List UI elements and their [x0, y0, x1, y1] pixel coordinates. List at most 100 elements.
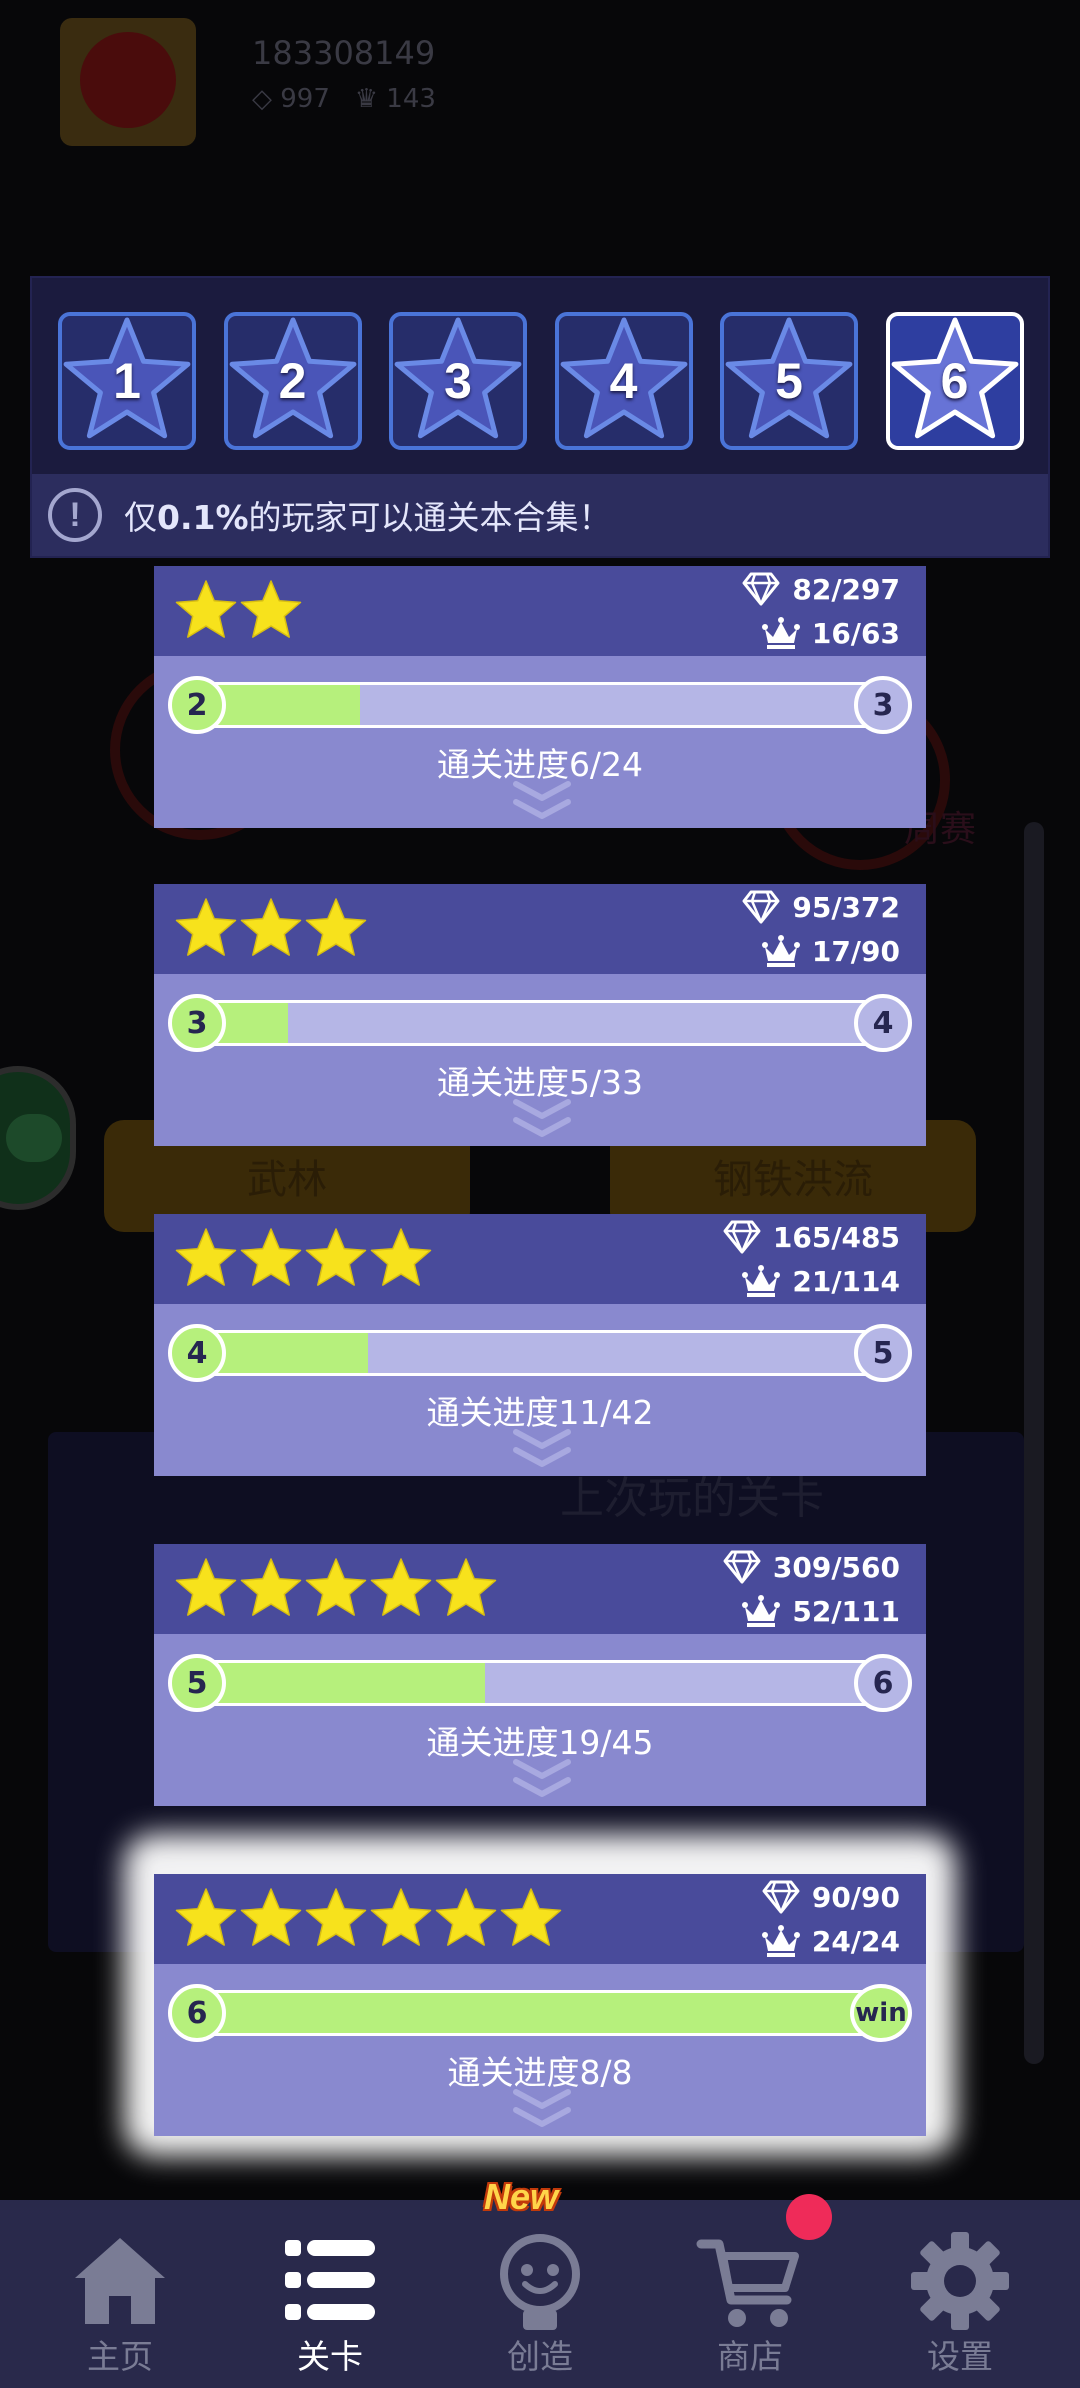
progress-bar — [174, 1990, 910, 2036]
diamond-icon — [723, 1550, 761, 1584]
crown-stat: 24/24 — [760, 1922, 900, 1960]
star-icon — [305, 1228, 367, 1286]
progress-text: 通关进度11/42 — [426, 1393, 654, 1432]
level-card[interactable]: 309/560 52/111 5 6 通关进度19/45 — [154, 1544, 926, 1806]
chevron-down-icon[interactable] — [510, 1428, 574, 1472]
diamond-count: 90/90 — [811, 1880, 900, 1914]
star-icon — [240, 1228, 302, 1286]
current-tier-node: 4 — [168, 1324, 226, 1382]
progress-text: 通关进度8/8 — [447, 2053, 633, 2092]
star-rating — [174, 578, 304, 644]
next-tier-node: 5 — [854, 1324, 912, 1382]
diamond-icon — [742, 890, 780, 924]
crown-stat: 16/63 — [760, 614, 900, 652]
crown-icon — [742, 1595, 781, 1627]
crown-count: 21/114 — [792, 1264, 900, 1298]
list-icon — [285, 2240, 375, 2320]
progress-text: 通关进度5/33 — [436, 1063, 644, 1102]
star-rating — [174, 896, 369, 962]
next-tier-node: win — [850, 1984, 912, 2042]
level-card-header: 309/560 52/111 — [154, 1544, 926, 1634]
star-icon — [500, 1888, 562, 1946]
nav-label: 商店 — [717, 2337, 783, 2376]
chevron-down-icon[interactable] — [510, 780, 574, 824]
star-icon — [370, 1558, 432, 1616]
nav-item-lightbulb[interactable]: 创造 — [435, 2200, 645, 2388]
progress-text: 通关进度6/24 — [436, 745, 644, 784]
home-icon — [75, 2238, 165, 2324]
current-tier-node: 5 — [168, 1654, 226, 1712]
level-card[interactable]: 90/90 24/24 6 win 通关进度8/8 — [154, 1874, 926, 2136]
star-icon — [240, 580, 302, 638]
level-card-header: 82/297 16/63 — [154, 566, 926, 656]
star-icon — [240, 898, 302, 956]
star-icon — [240, 1558, 302, 1616]
progress-bar — [174, 682, 910, 728]
diamond-stat: 90/90 — [760, 1878, 900, 1916]
star-icon — [175, 898, 237, 956]
progress-bar — [174, 1660, 910, 1706]
diamond-icon — [742, 572, 780, 606]
diamond-stat: 165/485 — [721, 1218, 900, 1256]
progress-text: 通关进度19/45 — [426, 1723, 654, 1762]
star-icon — [305, 898, 367, 956]
diamond-stat: 309/560 — [721, 1548, 900, 1586]
scrollbar[interactable] — [1024, 822, 1044, 2064]
nav-item-list[interactable]: 关卡 — [225, 2200, 435, 2388]
level-card[interactable]: 82/297 16/63 2 3 通关进度6/24 — [154, 566, 926, 828]
diamond-count: 165/485 — [772, 1220, 900, 1254]
crown-icon — [761, 617, 800, 649]
star-icon — [435, 1558, 497, 1616]
bottom-nav: 主页 关卡 创造 商店 设置 — [0, 2200, 1080, 2388]
level-card-header: 95/372 17/90 — [154, 884, 926, 974]
progress-fill — [177, 1993, 907, 2033]
chevron-down-icon[interactable] — [510, 1098, 574, 1142]
crown-count: 24/24 — [811, 1924, 900, 1958]
diamond-stat: 95/372 — [740, 888, 900, 926]
cart-icon — [696, 2239, 799, 2327]
star-icon — [175, 580, 237, 638]
nav-item-gear[interactable]: 设置 — [855, 2200, 1065, 2388]
diamond-icon — [762, 1880, 800, 1914]
progress-bar — [174, 1330, 910, 1376]
crown-count: 52/111 — [792, 1594, 900, 1628]
star-icon — [305, 1558, 367, 1616]
notification-dot — [786, 2194, 832, 2240]
new-badge: New — [484, 2176, 559, 2217]
chevron-down-icon[interactable] — [510, 1758, 574, 1802]
nav-label: 主页 — [87, 2337, 153, 2376]
current-tier-node: 6 — [168, 1984, 226, 2042]
crown-stat: 52/111 — [740, 1592, 900, 1630]
nav-label: 设置 — [927, 2337, 993, 2376]
diamond-count: 309/560 — [772, 1550, 900, 1584]
crown-icon — [742, 1265, 781, 1297]
star-icon — [370, 1228, 432, 1286]
next-tier-node: 3 — [854, 676, 912, 734]
star-icon — [305, 1888, 367, 1946]
diamond-count: 95/372 — [792, 890, 900, 924]
crown-count: 17/90 — [811, 934, 900, 968]
diamond-icon — [723, 1220, 761, 1254]
next-tier-node: 6 — [854, 1654, 912, 1712]
star-rating — [174, 1886, 564, 1952]
diamond-count: 82/297 — [792, 572, 900, 606]
star-rating — [174, 1226, 434, 1292]
current-tier-node: 3 — [168, 994, 226, 1052]
nav-item-home[interactable]: 主页 — [15, 2200, 225, 2388]
progress-bar — [174, 1000, 910, 1046]
crown-icon — [761, 1925, 800, 1957]
star-icon — [175, 1558, 237, 1616]
crown-stat: 17/90 — [760, 932, 900, 970]
nav-label: 创造 — [507, 2337, 573, 2376]
chevron-down-icon[interactable] — [510, 2088, 574, 2132]
star-icon — [435, 1888, 497, 1946]
level-card[interactable]: 165/485 21/114 4 5 通关进度11/42 — [154, 1214, 926, 1476]
star-rating — [174, 1556, 499, 1622]
app-root: 183308149 ◇ 997 ♛ 143 周赛 武林 钢铁洪流 上次玩的关卡 … — [0, 0, 1080, 2388]
star-icon — [175, 1888, 237, 1946]
level-card[interactable]: 95/372 17/90 3 4 通关进度5/33 — [154, 884, 926, 1146]
lightbulb-icon — [500, 2234, 580, 2330]
level-card-header: 165/485 21/114 — [154, 1214, 926, 1304]
level-list: 82/297 16/63 2 3 通关进度6/24 95/372 17/90 3 4 通关进度5/… — [0, 0, 1080, 2388]
current-tier-node: 2 — [168, 676, 226, 734]
